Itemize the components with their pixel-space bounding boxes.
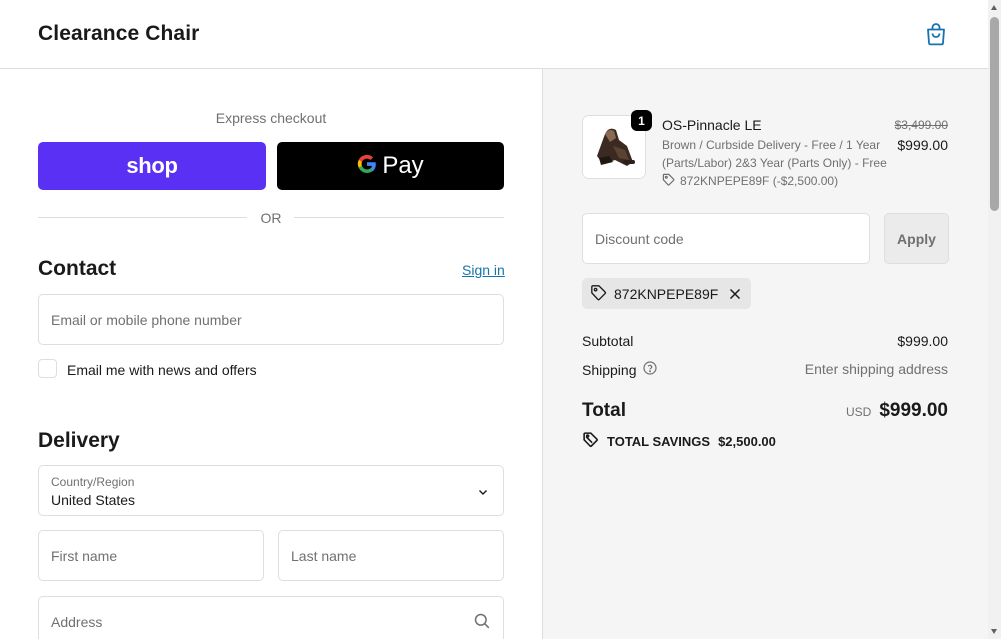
search-icon[interactable] [474, 613, 490, 634]
total-savings: TOTAL SAVINGS $2,500.00 [582, 431, 776, 451]
first-name-field[interactable] [38, 530, 264, 581]
scroll-thumb[interactable] [990, 17, 999, 211]
product-price: $999.00 [897, 137, 948, 153]
total-currency: USD [845, 405, 872, 419]
product-variant: Brown / Curbside Delivery - Free / 1 Yea… [662, 138, 887, 170]
subtotal-label: Subtotal [582, 333, 634, 349]
email-input[interactable] [39, 295, 503, 344]
savings-tag-icon [582, 431, 599, 451]
total-label: Total [582, 400, 626, 421]
address-field[interactable] [38, 596, 504, 639]
contact-heading: Contact [38, 257, 117, 280]
discount-code-field[interactable] [582, 213, 870, 264]
order-summary: 1 OS-Pinnacle LE Brown / Curbside Delive… [542, 69, 988, 639]
quantity-badge: 1 [631, 110, 652, 131]
tag-icon [662, 173, 675, 189]
applied-code-text: 872KNPEPE89F [614, 285, 719, 302]
news-offers-label[interactable]: Email me with news and offers [67, 362, 257, 378]
divider-right [294, 217, 504, 218]
address-input[interactable] [39, 597, 503, 639]
scroll-up-arrow[interactable] [991, 5, 997, 10]
product-discount-text: 872KNPEPE89F (-$2,500.00) [680, 174, 839, 188]
divider-left [38, 217, 247, 218]
or-divider-label: OR [260, 210, 282, 226]
savings-label: TOTAL SAVINGS [607, 433, 711, 449]
close-icon[interactable] [729, 288, 741, 300]
shipping-value: Enter shipping address [804, 361, 948, 377]
country-select[interactable]: Country/Region United States [38, 465, 504, 516]
email-field[interactable] [38, 294, 504, 345]
apply-discount-button[interactable]: Apply [884, 213, 949, 264]
country-value: United States [51, 492, 136, 508]
savings-value: $2,500.00 [718, 433, 776, 449]
total-value: USD $999.00 [846, 400, 948, 422]
news-offers-checkbox[interactable] [38, 359, 57, 378]
shopping-bag-icon[interactable] [922, 20, 950, 48]
shop-pay-button[interactable]: shop [38, 142, 266, 190]
help-circle-icon[interactable] [642, 361, 657, 378]
country-label: Country/Region [51, 475, 135, 489]
checkout-form: Express checkout shop Pay OR Contact Sig… [0, 69, 542, 639]
express-checkout-label: Express checkout [215, 110, 327, 126]
chevron-down-icon [477, 485, 489, 503]
scroll-down-arrow[interactable] [991, 629, 997, 634]
subtotal-value: $999.00 [897, 333, 948, 349]
checkout-header: Clearance Chair [0, 0, 988, 69]
sign-in-link[interactable]: Sign in [462, 262, 505, 278]
tag-icon [590, 284, 607, 304]
store-title[interactable]: Clearance Chair [38, 22, 199, 46]
shop-pay-label: shop [126, 153, 178, 178]
total-amount: $999.00 [879, 400, 948, 421]
page-scrollbar[interactable] [988, 0, 1001, 639]
first-name-input[interactable] [39, 531, 263, 580]
google-g-icon [357, 154, 377, 179]
google-pay-label: Pay [382, 152, 424, 179]
product-name: OS-Pinnacle LE [662, 117, 762, 133]
shipping-label: Shipping [582, 361, 637, 378]
last-name-input[interactable] [279, 531, 503, 580]
discount-code-input[interactable] [583, 214, 869, 263]
shipping-row: Shipping [582, 361, 657, 378]
applied-code-chip: 872KNPEPE89F [582, 278, 752, 309]
last-name-field[interactable] [278, 530, 504, 581]
google-pay-button[interactable]: Pay [277, 142, 504, 190]
original-price: $3,499.00 [894, 118, 948, 132]
product-discount: 872KNPEPE89F (-$2,500.00) [662, 173, 838, 189]
delivery-heading: Delivery [38, 429, 120, 452]
